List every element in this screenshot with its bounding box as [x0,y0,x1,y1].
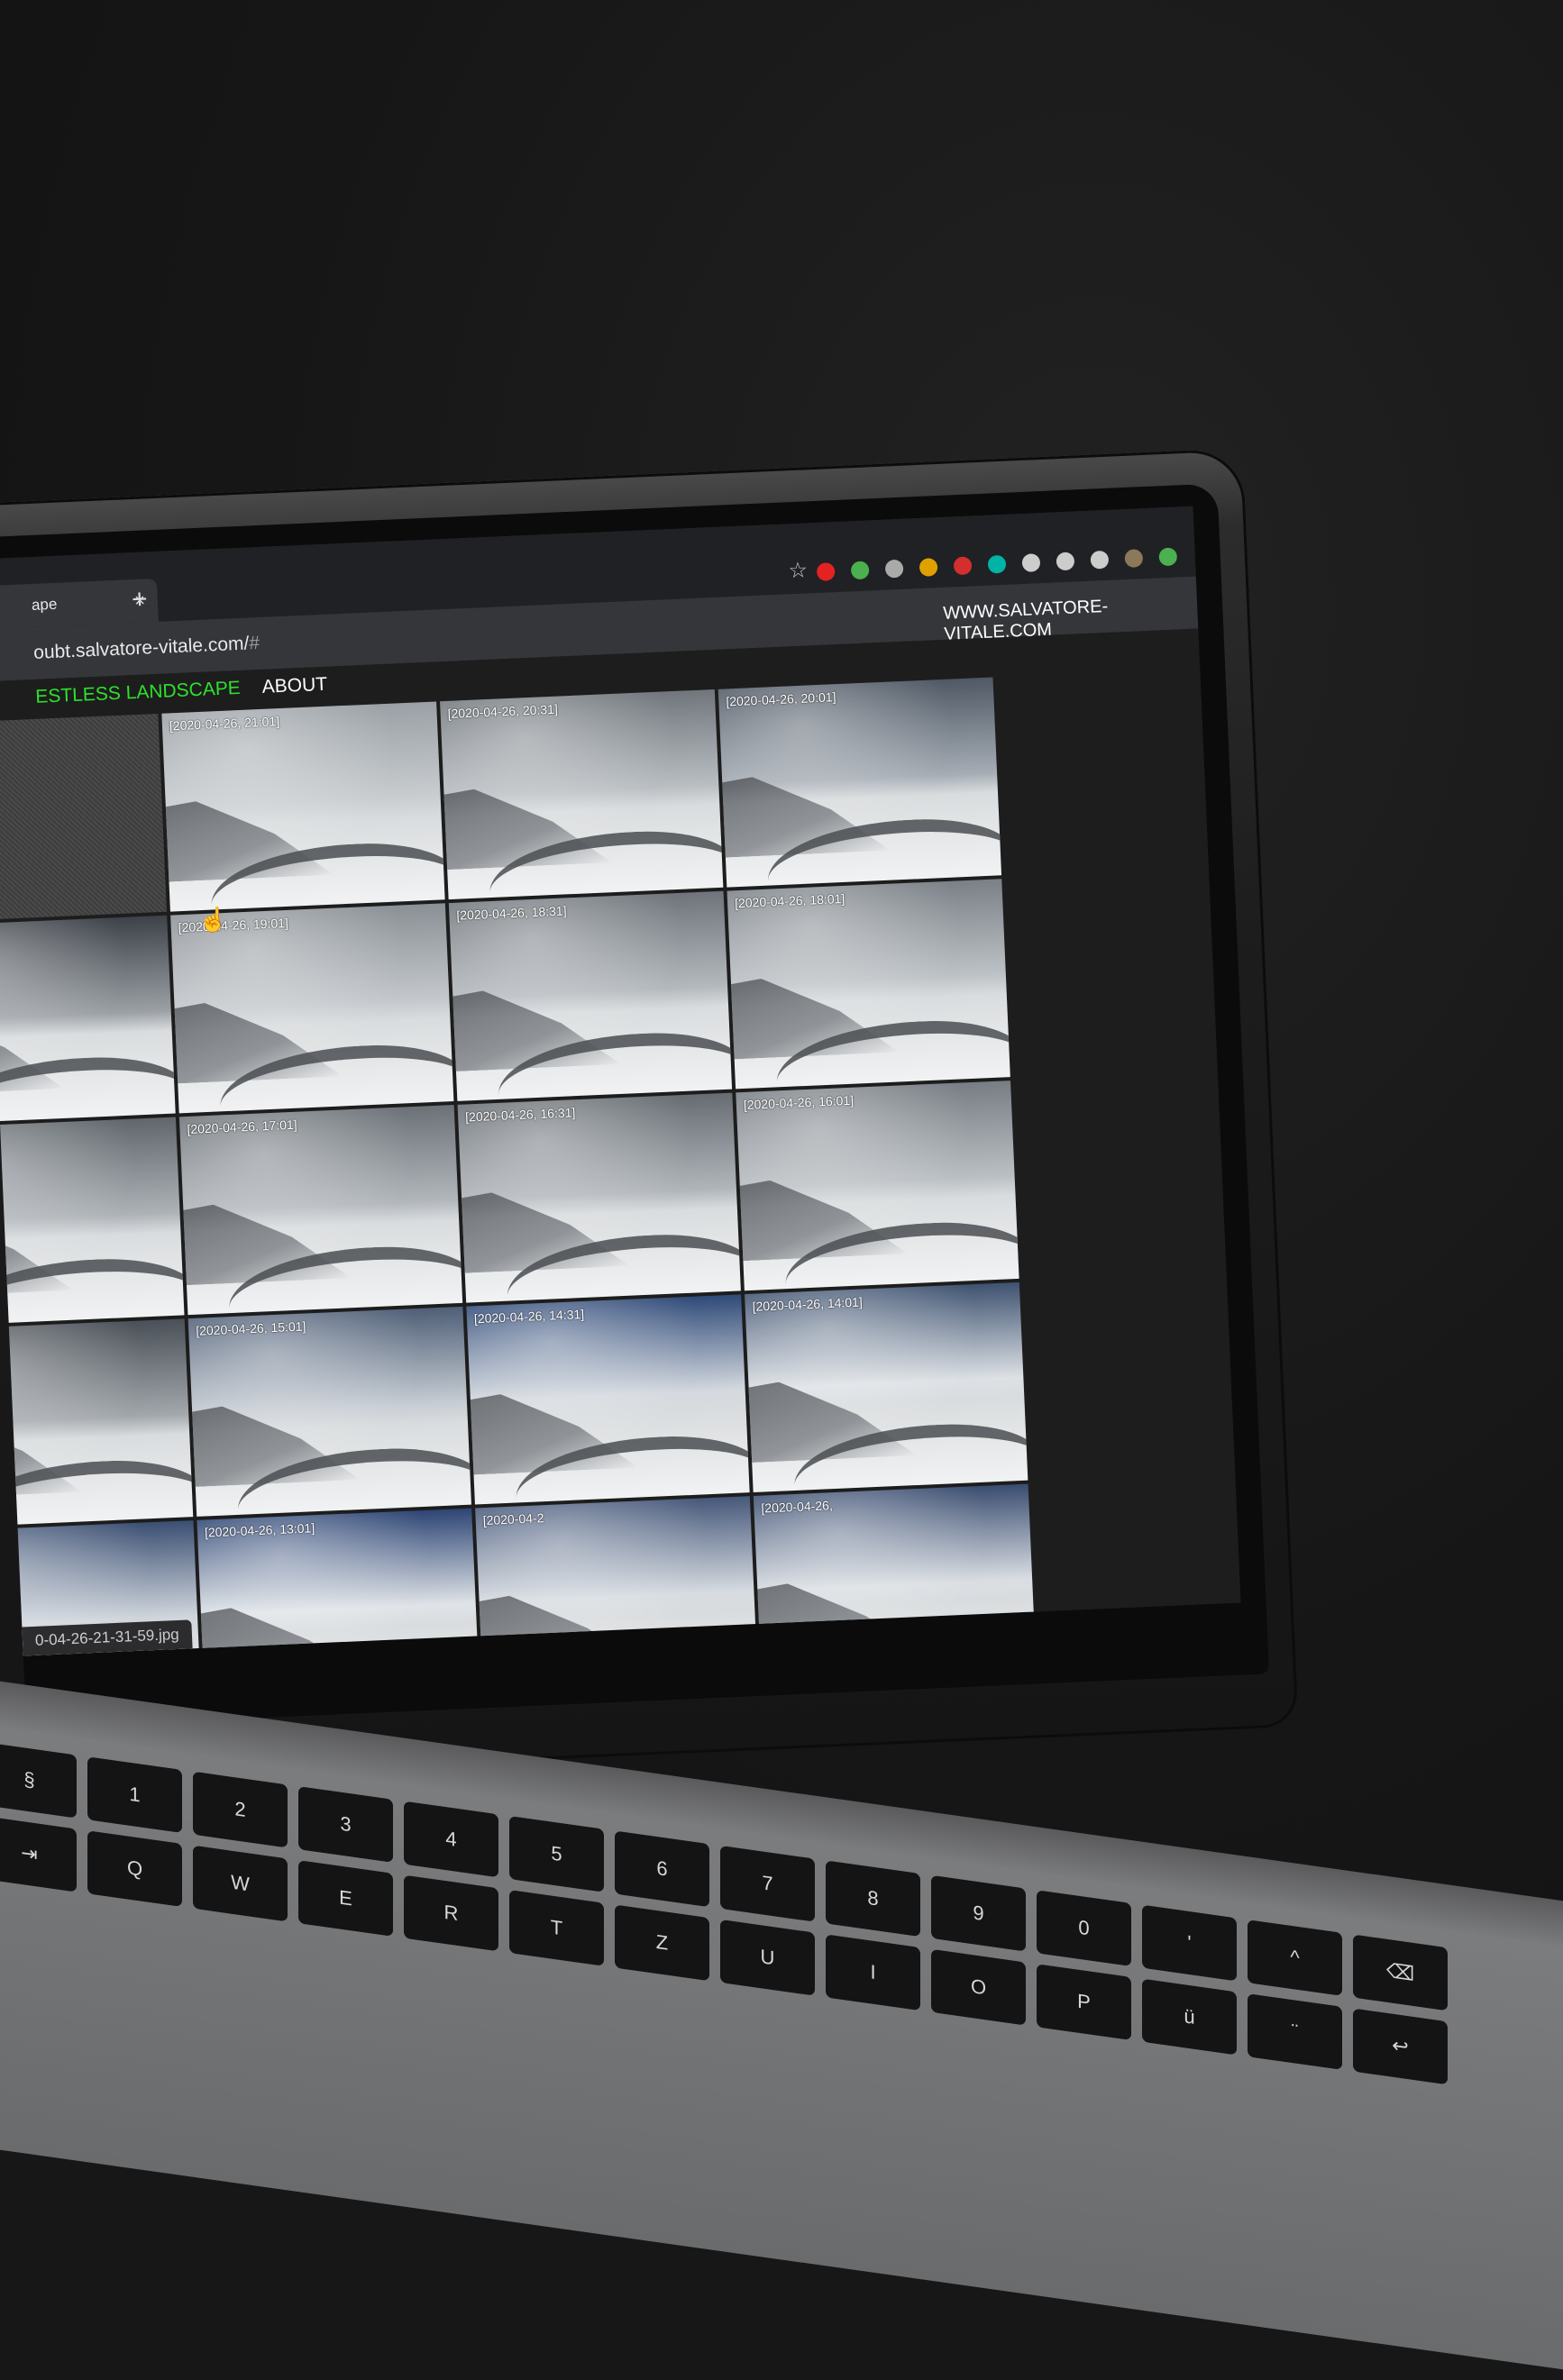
extension-icon[interactable] [919,558,938,577]
thumbnail-timestamp: [2020-04-26, [761,1498,834,1516]
extension-icon[interactable] [850,561,870,580]
keyboard-key[interactable]: T [509,1890,604,1966]
keyboard-key[interactable]: ' [1142,1904,1237,1982]
keyboard-key[interactable]: I [826,1934,920,2011]
bookmark-star-icon[interactable]: ☆ [788,557,809,584]
keyboard-key[interactable]: 1 [87,1756,182,1834]
laptop-lid: ape × + ☆ oubt.salvatore-vitale.com/# WW… [0,448,1299,1783]
thumbnail-timestamp: [2020-04-26, 13:01] [204,1520,315,1540]
thumbnail-timestamp: [2020-04-26, 20:01] [726,689,836,709]
keyboard-key[interactable]: 7 [720,1845,815,1922]
address-hash: # [248,632,260,654]
screen-bezel: ape × + ☆ oubt.salvatore-vitale.com/# WW… [0,483,1269,1728]
thumbnail-timestamp: [2020-04-26, 16:31] [464,1105,576,1125]
extension-icon[interactable] [1056,552,1075,571]
keyboard-key[interactable]: 9 [931,1874,1026,1952]
keyboard-key[interactable]: U [720,1919,815,1996]
gallery-thumbnail[interactable]: [2020-04-26, 14:01] [745,1281,1028,1492]
nav-title-link[interactable]: ESTLESS LANDSCAPE [35,678,241,708]
thumbnail-timestamp: [2020-04-26, 15:01] [195,1318,306,1338]
keyboard-key[interactable]: 0 [1037,1890,1131,1967]
tab-title: ape [31,595,58,614]
keyboard-key[interactable]: 3 [298,1786,393,1863]
status-bar-hover-url: 0-04-26-21-31-59.jpg [22,1619,193,1656]
gallery-thumbnail[interactable]: [2020-04-26, 21:01] [161,701,445,912]
web-page: WWW.SALVATORE-VITALE.COM ESTLESS LANDSCA… [0,597,1241,1656]
keyboard-key[interactable]: 8 [826,1860,920,1938]
address-host: oubt.salvatore-vitale.com/ [32,633,250,663]
extension-icon[interactable] [987,554,1007,574]
gallery-thumbnail[interactable]: [2020-04-26, 19:01] [170,903,454,1114]
keyboard-key[interactable]: ^ [1248,1920,1342,1996]
keyboard-key[interactable]: 6 [615,1830,709,1908]
thumbnail-timestamp: [2020-04-26, 18:01] [734,890,845,911]
keyboard-key[interactable]: E [298,1860,393,1937]
gallery-thumbnail[interactable]: 26, 17:31] [0,1117,185,1327]
site-nav: ESTLESS LANDSCAPE ABOUT [35,674,328,708]
keyboard-key[interactable]: O [931,1948,1026,2026]
gallery-thumbnail[interactable]: [2020-04-26, 18:01] [727,879,1010,1090]
thumbnail-timestamp: [2020-04-26, 19:01] [178,915,289,935]
thumbnail-timestamp: [2020-04-26, 17:01] [187,1117,297,1136]
gallery-thumbnail[interactable]: [2020-04-26, 15:01] [187,1306,471,1517]
thumbnail-timestamp: [2020-04-26, 14:31] [473,1306,585,1327]
new-tab-button[interactable]: + [121,579,159,624]
keyboard-key[interactable]: R [404,1874,498,1952]
extension-icon[interactable] [816,562,836,581]
keyboard-key[interactable]: ↩ [1353,2008,1448,2085]
gallery-thumbnail[interactable]: -26, 15:31] [0,1318,194,1529]
gallery-thumbnail[interactable]: [2020-04-2 [475,1496,759,1656]
keyboard-key[interactable]: 5 [509,1816,604,1892]
gallery-thumbnail[interactable]: [2020-04-26, 17:01] [178,1105,463,1316]
thumbnail-timestamp: [2020-04-2 [482,1510,544,1528]
keyboard-key[interactable]: ⇥ [0,1815,77,1892]
thumbnail-timestamp: [2020-04-26, 21:01] [169,714,280,734]
extension-icon[interactable] [884,559,904,579]
thumbnail-timestamp: [2020-04-26, 20:31] [447,701,559,721]
gallery-thumbnail[interactable]: [2020-04-26, 20:01] [718,677,1002,888]
extension-icon[interactable] [1090,550,1110,570]
gallery-thumbnail[interactable]: 6, 19:31] [0,915,176,1126]
extension-icon[interactable] [1021,553,1041,572]
keyboard-key[interactable]: P [1037,1964,1131,2041]
keyboard-key[interactable]: W [193,1845,288,1922]
browser-window: ape × + ☆ oubt.salvatore-vitale.com/# WW… [0,506,1241,1656]
gallery-thumbnail[interactable]: [2020-04-26, 14:31] [466,1294,750,1505]
keyboard-key[interactable]: ⌫ [1353,1934,1448,2011]
thumbnail-timestamp: [2020-04-26, 16:01] [743,1092,855,1113]
webcam-gallery-grid: 21:31[2020-04-26, 21:01] [2020-04-26, 20:… [0,676,1071,1656]
nav-about-link[interactable]: ABOUT [261,674,327,698]
extension-icon[interactable] [1158,547,1178,567]
extension-icon[interactable] [953,556,973,576]
keyboard-key[interactable]: 4 [404,1801,498,1878]
keyboard-key[interactable]: § [0,1741,77,1819]
gallery-thumbnail[interactable]: [2020-04-26, 20:31] [440,688,724,900]
pointer-hand-icon: ☝ [197,905,229,935]
keyboard-key[interactable]: ü [1142,1978,1237,2056]
gallery-thumbnail[interactable]: [2020-04-26, 13:01] [197,1508,480,1656]
keyboard-key[interactable]: Z [615,1904,709,1982]
extension-icon[interactable] [1124,549,1144,568]
thumbnail-timestamp: [2020-04-26, 18:31] [456,903,567,923]
keyboard-key[interactable]: ¨ [1248,1993,1342,2070]
gallery-thumbnail[interactable]: [2020-04-26, [753,1483,1037,1656]
thumbnail-timestamp: [2020-04-26, 14:01] [752,1294,864,1314]
gallery-thumbnail[interactable]: [2020-04-26, 16:01] [736,1081,1019,1291]
gallery-thumbnail[interactable]: [2020-04-26, 18:31] [448,890,733,1101]
gallery-thumbnail[interactable]: 21:31 [0,713,167,925]
gallery-thumbnail[interactable]: [2020-04-26, 16:31] [457,1092,741,1303]
keyboard-key[interactable]: Q [87,1830,182,1908]
keyboard-key[interactable]: 2 [193,1771,288,1848]
